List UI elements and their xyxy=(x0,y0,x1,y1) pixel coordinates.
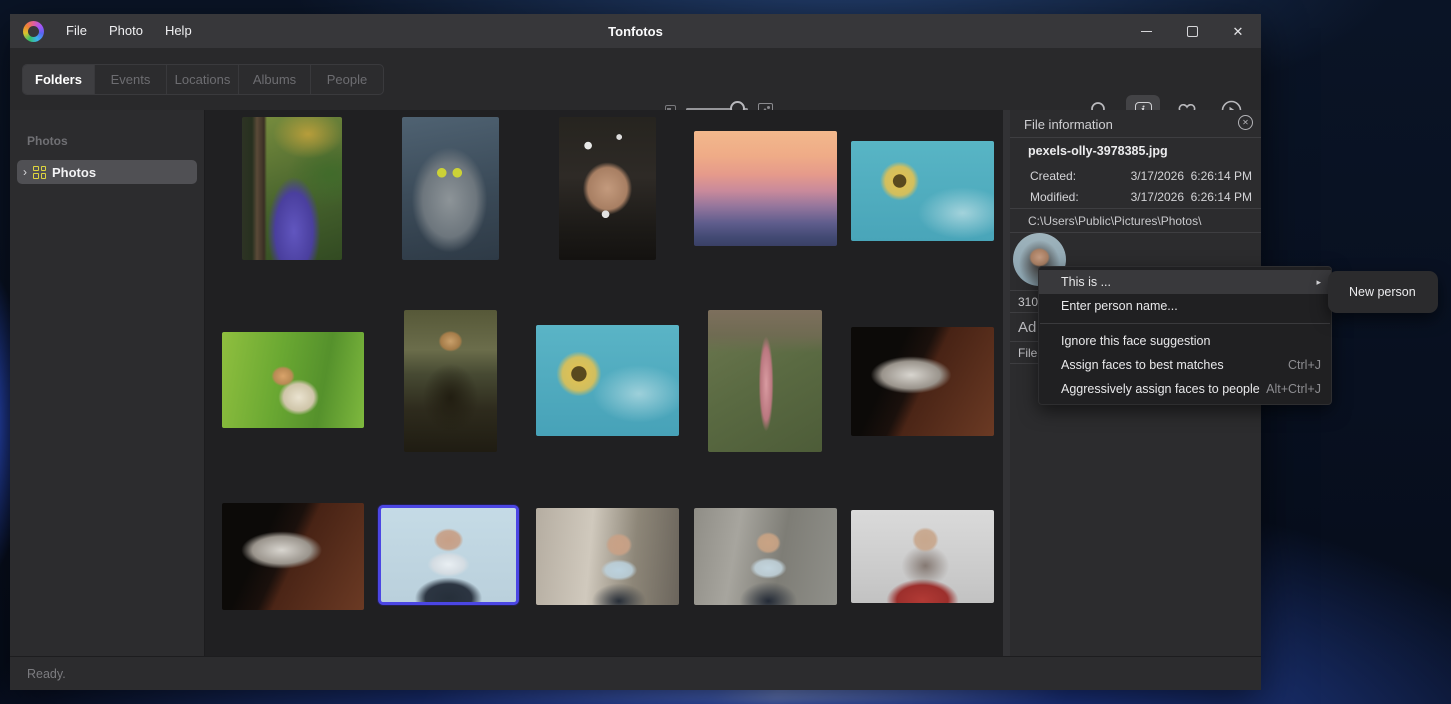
photo-thumb-white-scarf-selected[interactable] xyxy=(378,505,519,605)
created-label: Created: xyxy=(1010,169,1102,183)
sidebar-section-header: Photos xyxy=(10,110,204,148)
folders-sidebar: Photos › Photos xyxy=(10,110,205,656)
photo-thumb-purple-dress[interactable] xyxy=(242,117,342,260)
tonfotos-logo-icon xyxy=(23,21,44,42)
photo-thumb-mona-lisa[interactable] xyxy=(404,310,497,452)
photo-thumb-rock-mist-1[interactable] xyxy=(851,327,994,436)
menu-separator xyxy=(1040,323,1330,324)
minimize-icon xyxy=(1141,31,1152,32)
created-row: Created: 3/17/2026 6:26:14 PM xyxy=(1010,165,1261,186)
folder-grid-icon xyxy=(33,166,46,179)
panel-title: File information xyxy=(1010,112,1261,138)
sidebar-item-label: Photos xyxy=(52,165,96,180)
menu-item-new-person[interactable]: New person xyxy=(1328,285,1416,299)
close-button[interactable]: ✕ xyxy=(1215,14,1261,48)
this-is-submenu: New person xyxy=(1328,271,1438,313)
photo-thumb-red-sweater[interactable] xyxy=(851,510,994,603)
sidebar-item-photos[interactable]: › Photos xyxy=(17,160,197,184)
status-text: Ready. xyxy=(10,667,66,681)
filename-text: pexels-olly-3978385.jpg xyxy=(1010,138,1261,164)
tab-locations[interactable]: Locations xyxy=(167,65,239,94)
toolbar: Folders Events Locations Albums People i xyxy=(10,48,1261,110)
face-context-menu: This is ... ▸ Enter person name... Ignor… xyxy=(1038,266,1332,405)
menu-item-enter-person-name[interactable]: Enter person name... xyxy=(1039,294,1331,318)
photo-thumb-gray-cat[interactable] xyxy=(402,117,499,260)
close-icon: ✕ xyxy=(1233,25,1244,38)
photo-thumb-street-smile[interactable] xyxy=(694,508,837,605)
circled-x-icon: ✕ xyxy=(1242,119,1249,127)
modified-time: 6:26:14 PM xyxy=(1184,190,1261,204)
tab-folders[interactable]: Folders xyxy=(23,65,95,94)
photo-thumb-yellow-flower-2[interactable] xyxy=(536,325,679,436)
tab-events[interactable]: Events xyxy=(95,65,167,94)
chevron-right-icon[interactable]: › xyxy=(23,166,27,178)
photo-thumb-yellow-flower-1[interactable] xyxy=(851,141,994,241)
shortcut-ctrl-j: Ctrl+J xyxy=(1288,358,1321,372)
shortcut-alt-ctrl-j: Alt+Ctrl+J xyxy=(1266,382,1321,396)
photo-thumb-butterfly-dandelion[interactable] xyxy=(222,332,364,428)
photo-thumb-street-scarf[interactable] xyxy=(536,508,679,605)
menu-file[interactable]: File xyxy=(55,14,98,48)
modified-row: Modified: 3/17/2026 6:26:14 PM xyxy=(1010,186,1261,207)
photo-thumb-snow-beanie[interactable] xyxy=(559,117,656,260)
created-time: 6:26:14 PM xyxy=(1184,169,1261,183)
submenu-arrow-icon: ▸ xyxy=(1316,277,1321,288)
menu-item-aggressively-assign[interactable]: Aggressively assign faces to people Alt+… xyxy=(1039,377,1331,401)
view-tabs: Folders Events Locations Albums People xyxy=(22,64,384,95)
grid-scrollbar[interactable] xyxy=(1003,110,1010,656)
photo-thumb-rock-mist-2[interactable] xyxy=(222,503,364,610)
menu-photo[interactable]: Photo xyxy=(98,14,154,48)
menu-item-ignore-face[interactable]: Ignore this face suggestion xyxy=(1039,329,1331,353)
file-path-text: C:\Users\Public\Pictures\Photos\ xyxy=(1010,208,1261,233)
minimize-button[interactable] xyxy=(1123,14,1169,48)
created-date: 3/17/2026 xyxy=(1102,169,1184,183)
window-controls: ✕ xyxy=(1123,14,1261,48)
modified-date: 3/17/2026 xyxy=(1102,190,1184,204)
menu-item-this-is[interactable]: This is ... ▸ xyxy=(1039,270,1331,294)
photo-thumb-pink-flower-spike[interactable] xyxy=(708,310,822,452)
titlebar: File Photo Help Tonfotos ✕ xyxy=(10,14,1261,48)
photo-grid xyxy=(205,110,1010,656)
photo-thumb-sunset-mountains[interactable] xyxy=(694,131,837,246)
tab-albums[interactable]: Albums xyxy=(239,65,311,94)
menu-item-assign-best-matches[interactable]: Assign faces to best matches Ctrl+J xyxy=(1039,353,1331,377)
status-bar: Ready. xyxy=(10,656,1261,690)
menu-help[interactable]: Help xyxy=(154,14,203,48)
panel-close-button[interactable]: ✕ xyxy=(1238,115,1253,130)
maximize-icon xyxy=(1187,26,1198,37)
tab-people[interactable]: People xyxy=(311,65,383,94)
maximize-button[interactable] xyxy=(1169,14,1215,48)
modified-label: Modified: xyxy=(1010,190,1102,204)
